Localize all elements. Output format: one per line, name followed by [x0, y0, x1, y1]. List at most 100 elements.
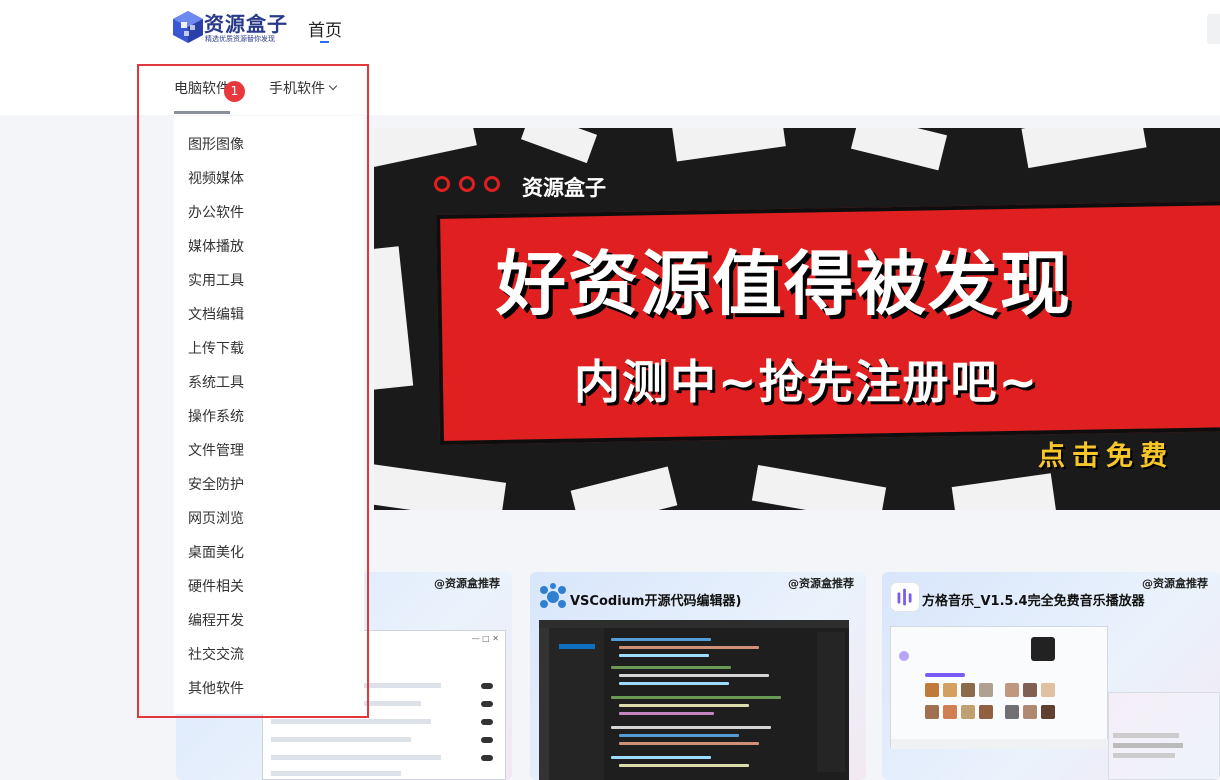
- dropdown-item-system-tools[interactable]: 系统工具: [188, 372, 244, 392]
- dropdown-item-social[interactable]: 社交交流: [188, 644, 244, 664]
- thumbnail: [979, 683, 993, 697]
- banner-stripe: [850, 128, 948, 171]
- code-line: [619, 682, 729, 685]
- logo-subtitle: 精选优质资源替你发现: [205, 35, 275, 43]
- dropdown-item-programming[interactable]: 编程开发: [188, 610, 244, 630]
- dropdown-item-utilities[interactable]: 实用工具: [188, 270, 244, 290]
- thumbnail: [1005, 705, 1019, 719]
- dropdown-item-other[interactable]: 其他软件: [188, 678, 244, 698]
- site-logo[interactable]: 资源盒子 精选优质资源替你发现: [172, 8, 292, 46]
- dropdown-item-security[interactable]: 安全防护: [188, 474, 244, 494]
- toggle-icon: [481, 719, 493, 725]
- editor-sidebar: [549, 628, 604, 780]
- vscodium-logo-icon: [540, 583, 566, 608]
- code-line: [611, 696, 781, 699]
- dropdown-item-doc-editing[interactable]: 文档编辑: [188, 304, 244, 324]
- nav-home-link[interactable]: 首页: [308, 16, 342, 41]
- thumbnail: [979, 705, 993, 719]
- annotation-badge: 1: [224, 81, 245, 102]
- dropdown-item-os[interactable]: 操作系统: [188, 406, 244, 426]
- thumbnail: [925, 683, 939, 697]
- dropdown-item-hardware[interactable]: 硬件相关: [188, 576, 244, 596]
- nav-dot-icon: [899, 651, 909, 661]
- thumbnail: [961, 705, 975, 719]
- sidebar-button: [559, 644, 595, 649]
- card-tag: @资源盒推荐: [1142, 577, 1208, 590]
- thumbnail: [1023, 683, 1037, 697]
- thumbnail: [1023, 705, 1037, 719]
- code-line: [619, 704, 749, 707]
- player-bar: [891, 739, 1109, 749]
- tab-mobile-label: 手机软件: [269, 81, 325, 97]
- setting-row: [271, 755, 441, 760]
- editor-activitybar: [539, 628, 549, 780]
- banner-cta[interactable]: 点击免费: [1038, 434, 1174, 473]
- playlist-row: [1113, 743, 1183, 748]
- code-line: [619, 712, 714, 715]
- thumbnail: [943, 683, 957, 697]
- toggle-icon: [481, 737, 493, 743]
- tab-pill: [925, 673, 965, 677]
- thumbnail: [1005, 683, 1019, 697]
- thumbnail: [1041, 683, 1055, 697]
- setting-row: [271, 771, 401, 776]
- album-cover: [1031, 637, 1055, 661]
- dropdown-item-file-manager[interactable]: 文件管理: [188, 440, 244, 460]
- window-controls-icon: — □ ✕: [471, 634, 499, 643]
- code-line: [619, 742, 759, 745]
- code-line: [619, 674, 769, 677]
- banner-circles: [434, 176, 509, 196]
- playlist-panel: [1108, 692, 1220, 780]
- site-header: 资源盒子 精选优质资源替你发现 首页 电脑软件 手机软件: [0, 0, 1220, 115]
- dropdown-item-desktop[interactable]: 桌面美化: [188, 542, 244, 562]
- code-line: [619, 654, 709, 657]
- hero-banner[interactable]: 资源盒子 好资源值得被发现 内测中~抢先注册吧~ 点击免费: [374, 128, 1220, 510]
- code-line: [619, 646, 759, 649]
- banner-stripe: [570, 466, 678, 510]
- editor-titlebar: [539, 620, 849, 628]
- playlist-row: [1113, 733, 1179, 738]
- banner-stripe: [520, 128, 598, 164]
- dropdown-item-graphics[interactable]: 图形图像: [188, 134, 244, 154]
- dropdown-item-video[interactable]: 视频媒体: [188, 168, 244, 188]
- tab-pc-software[interactable]: 电脑软件: [174, 78, 230, 98]
- code-line: [611, 666, 731, 669]
- code-line: [619, 764, 749, 767]
- banner-subtitle: 内测中~抢先注册吧~: [574, 355, 1040, 409]
- resource-card-music[interactable]: @资源盒推荐 方格音乐_V1.5.4完全免费音乐播放器: [882, 572, 1220, 780]
- card-tag: @资源盒推荐: [788, 577, 854, 590]
- playlist-row: [1113, 753, 1175, 758]
- music-waveform-icon: [890, 582, 920, 612]
- banner-stripe: [374, 463, 507, 510]
- toggle-icon: [481, 683, 493, 689]
- tab-active-underline: [174, 111, 230, 114]
- thumbnail: [1041, 705, 1055, 719]
- banner-title: 好资源值得被发现: [496, 243, 1072, 325]
- logo-title: 资源盒子: [204, 12, 288, 36]
- banner-stripe: [672, 128, 786, 162]
- code-line: [619, 734, 739, 737]
- thumbnail: [943, 705, 957, 719]
- banner-stripe: [751, 464, 887, 510]
- thumbnail: [925, 705, 939, 719]
- resource-card-vscodium[interactable]: @资源盒推荐 VSCodium开源代码编辑器): [530, 572, 866, 780]
- code-line: [611, 726, 771, 729]
- search-box[interactable]: [1207, 14, 1220, 44]
- banner-stripe: [374, 246, 414, 390]
- code-line: [611, 638, 711, 641]
- card-title: 方格音乐_V1.5.4完全免费音乐播放器: [922, 594, 1145, 609]
- chevron-down-icon: [328, 81, 338, 91]
- dropdown-item-office[interactable]: 办公软件: [188, 202, 244, 222]
- editor-panel: [817, 632, 845, 772]
- cube-logo-icon: [173, 11, 203, 43]
- dropdown-item-media-player[interactable]: 媒体播放: [188, 236, 244, 256]
- card-screenshot: [890, 626, 1109, 749]
- category-dropdown: 图形图像 视频媒体 办公软件 媒体播放 实用工具 文档编辑 上传下载 系统工具 …: [174, 116, 364, 714]
- dropdown-item-browser[interactable]: 网页浏览: [188, 508, 244, 528]
- banner-brand: 资源盒子: [522, 176, 606, 200]
- dropdown-item-upload-download[interactable]: 上传下载: [188, 338, 244, 358]
- setting-row: [271, 719, 431, 724]
- tab-mobile-software[interactable]: 手机软件: [269, 78, 338, 98]
- toggle-icon: [481, 755, 493, 761]
- thumbnail: [961, 683, 975, 697]
